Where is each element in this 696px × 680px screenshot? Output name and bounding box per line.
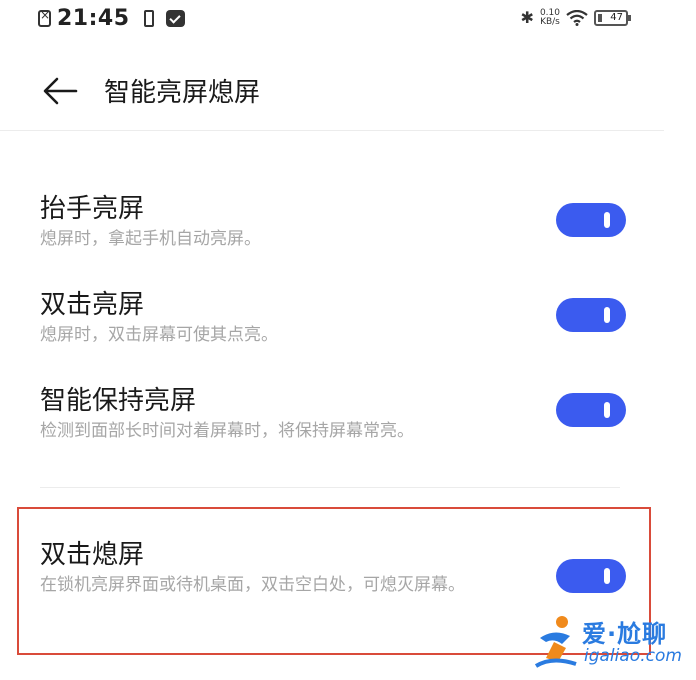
setting-smart-stay-awake[interactable]: 智能保持亮屏 检测到面部长时间对着屏幕时，将保持屏幕常亮。 — [0, 380, 696, 450]
setting-description: 检测到面部长时间对着屏幕时，将保持屏幕常亮。 — [40, 421, 414, 441]
network-speed-unit: KB/s — [540, 16, 560, 27]
double-tap-sleep-toggle[interactable] — [556, 559, 626, 593]
back-arrow-icon[interactable] — [42, 76, 78, 106]
status-bar: 21:45 ✱ 0.10 KB/s 47 — [0, 0, 696, 40]
battery-level: 47 — [610, 11, 623, 23]
setting-raise-to-wake[interactable]: 抬手亮屏 熄屏时，拿起手机自动亮屏。 — [0, 188, 696, 258]
network-speed: 0.10 KB/s — [540, 8, 560, 27]
phone-icon — [143, 10, 154, 27]
wifi-icon — [566, 9, 588, 26]
watermark: 爱·尬聊 igaliao.com — [532, 606, 692, 676]
status-bar-left: 21:45 — [38, 6, 185, 31]
status-time: 21:45 — [57, 6, 130, 31]
watermark-url: igaliao.com — [584, 646, 682, 666]
setting-title: 智能保持亮屏 — [40, 386, 197, 416]
setting-double-tap-wake[interactable]: 双击亮屏 熄屏时，双击屏幕可使其点亮。 — [0, 284, 696, 354]
setting-description: 熄屏时，拿起手机自动亮屏。 — [40, 229, 261, 249]
setting-title: 抬手亮屏 — [40, 194, 145, 224]
bluetooth-icon: ✱ — [520, 8, 534, 27]
battery-icon: 47 — [594, 9, 631, 26]
setting-title: 双击熄屏 — [40, 540, 145, 570]
toggle-knob — [604, 307, 610, 323]
toggle-knob — [604, 212, 610, 228]
setting-description: 在锁机亮屏界面或待机桌面，双击空白处，可熄灭屏幕。 — [40, 575, 465, 595]
smart-stay-awake-toggle[interactable] — [556, 393, 626, 427]
toggle-knob — [604, 402, 610, 418]
no-sim-icon — [38, 8, 51, 27]
watermark-brand: 爱·尬聊 — [582, 620, 668, 648]
header-divider — [0, 130, 664, 131]
message-icon — [165, 10, 185, 27]
double-tap-wake-toggle[interactable] — [556, 298, 626, 332]
page-header: 智能亮屏熄屏 — [0, 62, 696, 122]
section-divider — [40, 487, 620, 488]
raise-to-wake-toggle[interactable] — [556, 203, 626, 237]
setting-title: 双击亮屏 — [40, 290, 145, 320]
watermark-logo-icon — [534, 616, 577, 668]
setting-description: 熄屏时，双击屏幕可使其点亮。 — [40, 325, 278, 345]
toggle-knob — [604, 568, 610, 584]
page-title: 智能亮屏熄屏 — [104, 78, 261, 108]
status-bar-right: ✱ 0.10 KB/s 47 — [520, 8, 631, 27]
